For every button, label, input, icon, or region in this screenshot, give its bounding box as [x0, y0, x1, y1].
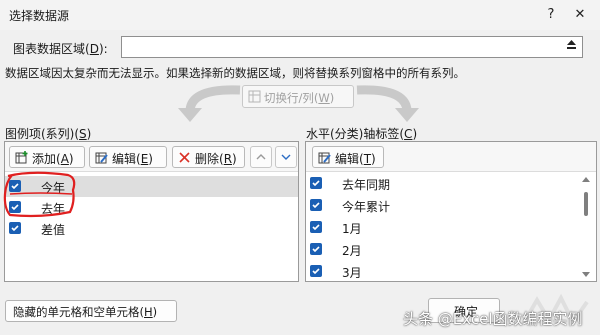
edit-table-icon: [318, 152, 331, 164]
category-checkbox[interactable]: [310, 199, 322, 211]
category-label: 1月: [342, 222, 362, 236]
category-checkbox[interactable]: [310, 265, 322, 277]
close-button[interactable]: ✕: [567, 3, 593, 27]
dialog-title: 选择数据源: [9, 9, 70, 23]
edit-series-button[interactable]: 编辑(E): [89, 146, 167, 168]
scroll-up-icon[interactable]: [582, 177, 590, 182]
category-scrollbar[interactable]: [579, 172, 593, 281]
category-item[interactable]: 1月: [306, 217, 596, 238]
category-item[interactable]: 今年累计: [306, 195, 596, 216]
series-item[interactable]: 差值: [5, 218, 298, 239]
edit-category-button[interactable]: 编辑(T): [312, 146, 384, 168]
chevron-down-icon: [281, 154, 291, 160]
category-checkbox[interactable]: [310, 221, 322, 233]
add-table-icon: [15, 151, 28, 164]
scroll-thumb[interactable]: [584, 192, 588, 216]
move-up-button[interactable]: [250, 146, 272, 168]
chart-data-range-input[interactable]: [121, 36, 583, 58]
category-checkbox[interactable]: [310, 177, 322, 189]
left-curve-arrow-icon: [178, 85, 241, 122]
category-label: 3月: [342, 266, 362, 280]
category-item[interactable]: 2月: [306, 239, 596, 260]
collapse-dialog-icon[interactable]: [561, 38, 581, 56]
category-checkbox[interactable]: [310, 243, 322, 255]
add-series-button[interactable]: 添加(A): [9, 146, 85, 168]
move-down-button[interactable]: [275, 146, 297, 168]
category-label: 2月: [342, 244, 362, 258]
series-label: 差值: [41, 223, 66, 237]
series-section-label: 图例项(系列)(S): [5, 127, 92, 141]
remove-series-button[interactable]: 删除(R): [172, 146, 245, 168]
category-section-label: 水平(分类)轴标签(C): [306, 127, 418, 141]
edit-table-icon: [95, 152, 108, 164]
category-label: 今年累计: [342, 200, 391, 214]
category-toolbar: 编辑(T): [306, 142, 596, 172]
hidden-empty-cells-button[interactable]: 隐藏的单元格和空单元格(H): [5, 300, 177, 322]
watermark-text: 头条 @Excel函数编程实例: [403, 310, 583, 328]
title-bar: 选择数据源 ? ✕: [0, 0, 600, 30]
category-panel: 编辑(T) 去年同期 今年累计 1月 2月 3月: [305, 141, 597, 282]
switch-icon: [248, 90, 261, 103]
category-label: 去年同期: [342, 178, 391, 192]
scroll-down-icon[interactable]: [582, 272, 590, 277]
chevron-up-icon: [256, 154, 266, 160]
delete-x-icon: [179, 152, 190, 163]
range-notice: 数据区域因太复杂而无法显示。如果选择新的数据区域，则将替换系列窗格中的所有系列。: [5, 66, 465, 80]
chart-data-range-label: 图表数据区域(D):: [13, 42, 108, 56]
series-checkbox[interactable]: [9, 222, 21, 234]
help-button[interactable]: ?: [538, 3, 564, 27]
switch-row-column-button[interactable]: 切换行/列(W): [242, 85, 354, 108]
right-curve-arrow-icon: [356, 85, 419, 122]
category-item[interactable]: 去年同期: [306, 173, 596, 194]
category-item[interactable]: 3月: [306, 261, 596, 281]
annotation-circle: [3, 171, 76, 218]
